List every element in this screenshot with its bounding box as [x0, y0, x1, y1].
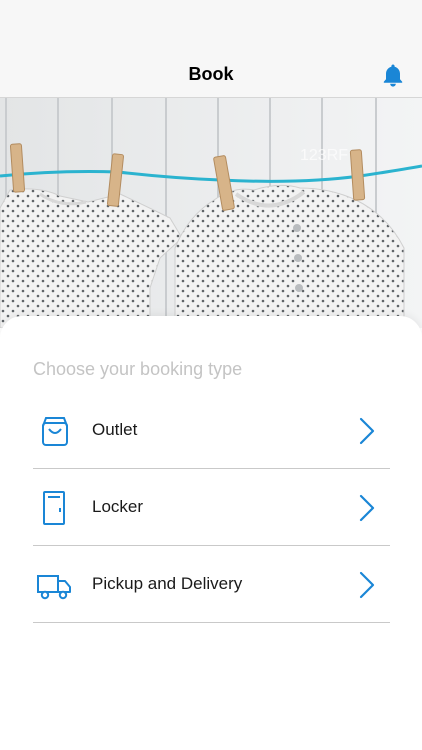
bell-icon[interactable]	[380, 62, 406, 88]
status-bar	[0, 0, 422, 50]
option-label-locker: Locker	[92, 497, 144, 516]
shopping-bag-icon	[42, 417, 68, 446]
page-title: Book	[188, 64, 234, 84]
navigation-bar: Book	[0, 50, 422, 98]
option-label-pickup-delivery: Pickup and Delivery	[92, 574, 243, 593]
delivery-truck-icon	[37, 575, 71, 600]
option-label-outlet: Outlet	[92, 420, 138, 439]
booking-option-outlet[interactable]: Outlet	[33, 392, 390, 469]
baby-clothes-photo: 123RF	[0, 98, 422, 328]
chevron-right-icon	[359, 494, 375, 522]
booking-option-pickup-delivery[interactable]: Pickup and Delivery	[33, 546, 390, 623]
booking-option-locker[interactable]: Locker	[33, 469, 390, 546]
chevron-right-icon	[359, 571, 375, 599]
booking-heading: Choose your booking type	[33, 359, 243, 379]
watermark-text: 123RF	[300, 147, 348, 164]
chevron-right-icon	[359, 417, 375, 445]
booking-sheet: Choose your booking type Outlet Locker P…	[0, 316, 422, 750]
locker-icon	[43, 491, 65, 525]
hero-image: 123RF	[0, 98, 422, 328]
